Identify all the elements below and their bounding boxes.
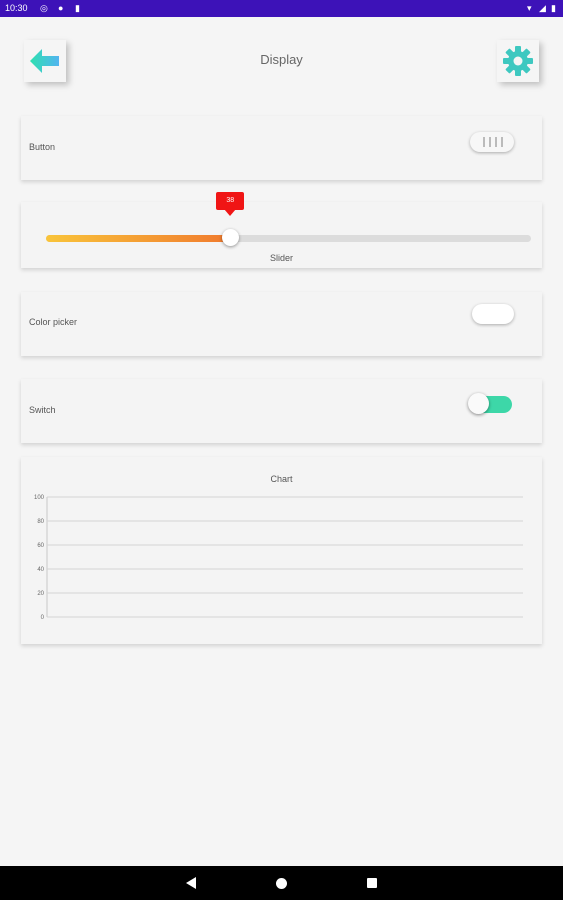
circle-home-icon[interactable]: [276, 878, 287, 889]
signal-icon: ◢: [539, 3, 546, 13]
chart-card: Chart 0 20 40 60 80 100: [21, 457, 542, 644]
square-recents-icon[interactable]: [367, 878, 377, 888]
chart-y-tick-label: 40: [37, 567, 44, 573]
chart-y-tick-label: 60: [37, 543, 44, 549]
navigation-bar: [0, 866, 563, 900]
gear-icon: [503, 46, 533, 76]
slider-label: Slider: [269, 253, 293, 263]
switch-knob[interactable]: [468, 393, 489, 414]
button-card: Button: [21, 116, 542, 180]
app-icon: ●: [58, 3, 64, 13]
slider-thumb[interactable]: [222, 229, 240, 246]
page-title: Display: [260, 52, 303, 67]
settings-button[interactable]: [497, 40, 539, 82]
sd-card-icon: ▮: [75, 3, 80, 13]
chart: 0 20 40 60 80 100: [34, 495, 523, 621]
slider-fill: [46, 235, 231, 242]
button-grip-line: [489, 137, 491, 147]
chart-y-tick-label: 0: [41, 615, 45, 621]
button-grip-line: [495, 137, 497, 147]
color-picker-card: Color picker: [21, 292, 542, 356]
chart-y-tick-label: 80: [37, 519, 44, 525]
switch-label: Switch: [29, 405, 56, 415]
slider-track[interactable]: [46, 235, 531, 242]
push-button[interactable]: [470, 132, 514, 152]
switch-card: Switch: [21, 379, 542, 443]
wifi-icon: ▾: [527, 3, 532, 13]
slider-value-bubble: 38: [216, 192, 245, 216]
chart-y-tick-label: 100: [34, 495, 45, 501]
color-picker-label: Color picker: [29, 317, 78, 327]
slider-card: 38 Slider: [21, 192, 542, 268]
button-grip-line: [483, 137, 485, 147]
status-time: 10:30: [5, 3, 28, 13]
color-swatch[interactable]: [472, 304, 514, 324]
chart-y-tick-label: 20: [37, 591, 44, 597]
notification-icon: ◎: [40, 3, 48, 13]
status-bar: 10:30 ◎ ● ▮ ▾ ◢ ▮: [0, 0, 563, 17]
triangle-back-icon[interactable]: [186, 877, 196, 889]
button-card-label: Button: [29, 142, 56, 152]
button-grip-line: [501, 137, 503, 147]
battery-icon: ▮: [551, 3, 556, 13]
